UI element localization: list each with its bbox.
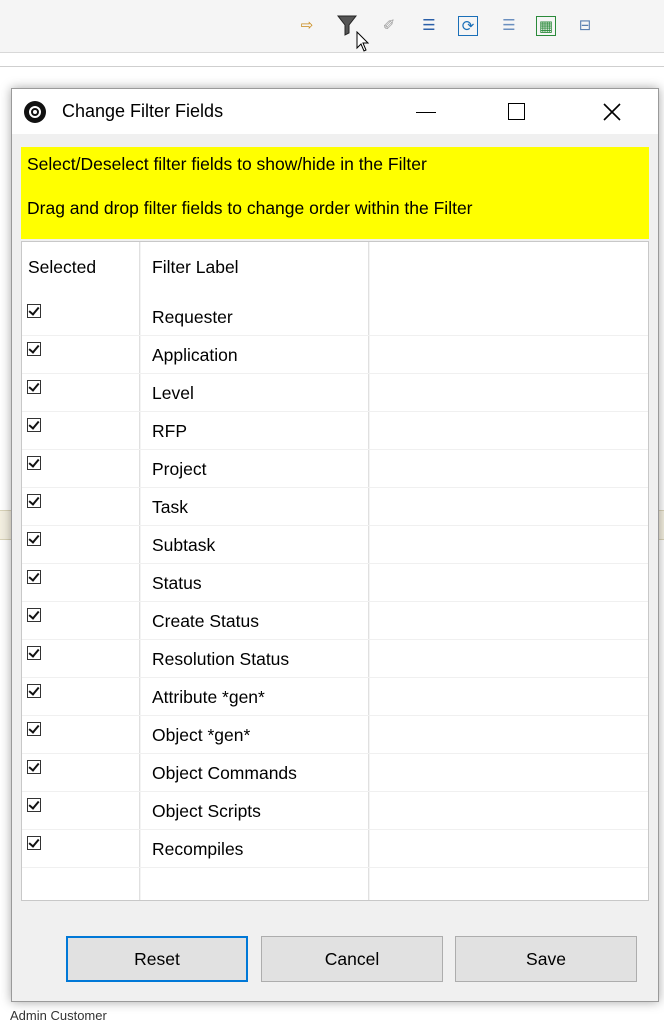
import-icon[interactable]: ⇨ — [296, 14, 318, 36]
table-row[interactable]: Task — [22, 488, 648, 526]
table-row[interactable]: Object Commands — [22, 754, 648, 792]
selected-checkbox[interactable] — [27, 304, 41, 318]
selected-checkbox[interactable] — [27, 836, 41, 850]
selected-checkbox[interactable] — [27, 342, 41, 356]
instruction-select-text: Select/Deselect filter fields to show/hi… — [27, 154, 427, 174]
filter-label: Resolution Status — [152, 649, 290, 669]
selected-checkbox[interactable] — [27, 608, 41, 622]
selected-checkbox[interactable] — [27, 570, 41, 584]
minimize-button[interactable] — [394, 89, 458, 134]
filter-label: Status — [152, 573, 202, 593]
filter-fields-table[interactable]: Selected Filter Label Requester Applicat… — [21, 241, 649, 901]
selected-checkbox[interactable] — [27, 380, 41, 394]
background-divider — [0, 66, 664, 67]
filter-label: Project — [152, 459, 207, 479]
filter-label: Object *gen* — [152, 725, 251, 745]
bulleted-list-icon[interactable]: ☰ — [498, 14, 520, 36]
filter-label: Requester — [152, 307, 233, 327]
table-row[interactable]: Level — [22, 374, 648, 412]
filter-label: Application — [152, 345, 238, 365]
filter-label: Subtask — [152, 535, 216, 555]
selected-checkbox[interactable] — [27, 760, 41, 774]
table-row[interactable]: Project — [22, 450, 648, 488]
selected-checkbox[interactable] — [27, 646, 41, 660]
table-row[interactable]: Application — [22, 336, 648, 374]
table-row[interactable]: Create Status — [22, 602, 648, 640]
save-button[interactable]: Save — [455, 936, 637, 982]
minimize-icon — [416, 111, 436, 114]
maximize-button[interactable] — [484, 89, 548, 134]
mouse-cursor-icon — [354, 30, 372, 54]
collapse-icon[interactable]: ⊟ — [574, 14, 596, 36]
refresh-grid-icon[interactable]: ⟳ — [458, 16, 478, 36]
column-header-selected[interactable]: Selected — [28, 257, 96, 278]
instruction-drag-text: Drag and drop filter fields to change or… — [27, 198, 473, 218]
reset-button[interactable]: Reset — [66, 936, 248, 982]
cancel-button[interactable]: Cancel — [261, 936, 443, 982]
column-header-filter-label[interactable]: Filter Label — [152, 257, 239, 278]
numbered-list-icon[interactable]: ☰ — [418, 14, 440, 36]
close-icon — [603, 102, 621, 121]
table-row[interactable]: Attribute *gen* — [22, 678, 648, 716]
table-header: Selected Filter Label — [22, 242, 648, 298]
table-row[interactable]: Resolution Status — [22, 640, 648, 678]
filter-label: Object Scripts — [152, 801, 261, 821]
dialog-titlebar[interactable]: Change Filter Fields — [12, 89, 658, 134]
table-body: Requester Application Level RFP Project … — [22, 298, 648, 900]
change-filter-fields-dialog: Change Filter Fields Select/Deselect fil… — [11, 88, 659, 1002]
table-row[interactable]: Status — [22, 564, 648, 602]
selected-checkbox[interactable] — [27, 494, 41, 508]
filter-label: Task — [152, 497, 188, 517]
selected-checkbox[interactable] — [27, 418, 41, 432]
background-toolbar: ⇨ ✐ ☰ ⟳ ☰ ▦ ⊟ — [0, 0, 664, 53]
filter-label: RFP — [152, 421, 187, 441]
table-row[interactable]: Requester — [22, 298, 648, 336]
eraser-icon[interactable]: ✐ — [378, 14, 400, 36]
table-row[interactable]: Recompiles — [22, 830, 648, 868]
table-row[interactable]: Object *gen* — [22, 716, 648, 754]
app-logo-icon — [24, 101, 46, 123]
selected-checkbox[interactable] — [27, 798, 41, 812]
excel-export-icon[interactable]: ▦ — [536, 16, 556, 36]
selected-checkbox[interactable] — [27, 722, 41, 736]
selected-checkbox[interactable] — [27, 532, 41, 546]
filter-label: Level — [152, 383, 194, 403]
table-row[interactable]: Object Scripts — [22, 792, 648, 830]
table-row[interactable]: RFP — [22, 412, 648, 450]
instruction-banner: Select/Deselect filter fields to show/hi… — [21, 147, 649, 239]
selected-checkbox[interactable] — [27, 456, 41, 470]
empty-table-row — [22, 868, 648, 900]
selected-checkbox[interactable] — [27, 684, 41, 698]
table-row[interactable]: Subtask — [22, 526, 648, 564]
background-row-text: Admin Customer — [10, 1008, 107, 1020]
close-button[interactable] — [580, 89, 644, 134]
filter-label: Create Status — [152, 611, 259, 631]
filter-label: Recompiles — [152, 839, 244, 859]
filter-label: Attribute *gen* — [152, 687, 265, 707]
filter-label: Object Commands — [152, 763, 297, 783]
maximize-icon — [507, 103, 525, 120]
dialog-title: Change Filter Fields — [62, 101, 224, 121]
